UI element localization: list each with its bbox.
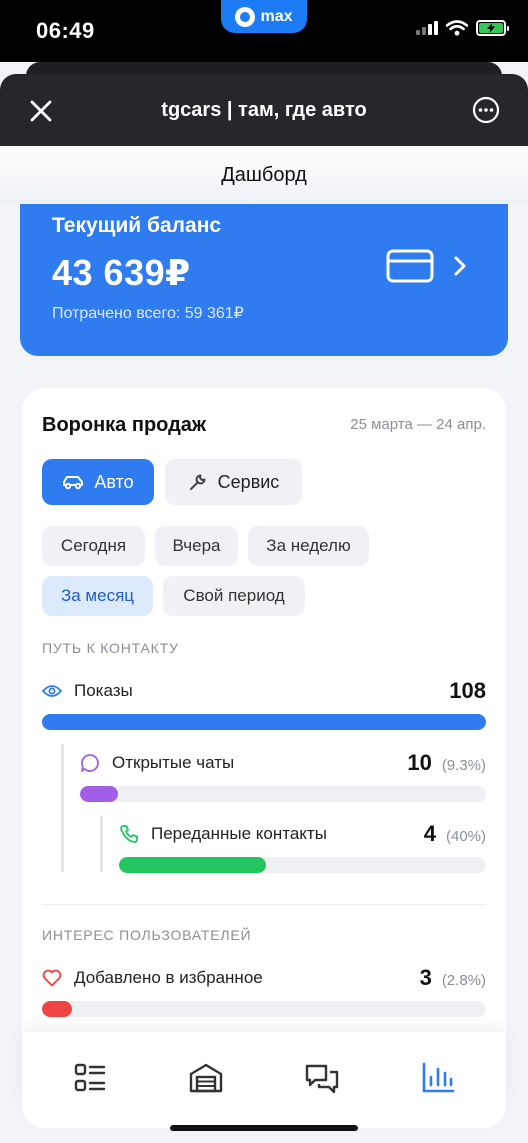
status-bar: 06:49 max [0,0,528,62]
favorites-percent: (2.8%) [441,972,486,989]
contacts-value: 4 (40%) [424,821,486,847]
funnel-sub-branch-line [100,816,103,872]
contacts-bar-fill [119,857,266,873]
favorites-bar [42,1001,486,1017]
favorites-count: 3 [419,965,432,990]
favorites-label: Добавлено в избранное [74,968,263,987]
list-icon[interactable] [72,1060,108,1096]
max-label: max [260,7,293,25]
period-month-chip[interactable]: За месяц [42,576,153,616]
status-time: 06:49 [36,18,95,43]
chats-bar [80,786,486,802]
chat-bubble-icon [81,754,99,772]
funnel-date-range[interactable]: 25 марта — 24 апр. [350,416,486,433]
sales-funnel-card: Воронка продаж 25 марта — 24 апр. Авто С… [22,388,506,1128]
battery-icon [476,20,509,36]
chats-row: Открытые чаты [80,753,234,773]
signal-icon [416,21,438,35]
page-title-bar: Дашборд [0,146,528,204]
car-icon [63,476,84,490]
stats-icon[interactable] [420,1060,456,1096]
mini-app-header: tgcars | там, где авто [0,74,528,146]
wrench-icon [189,474,206,490]
max-app-pill[interactable]: max [221,0,307,33]
views-label: Показы [74,681,133,700]
chats-value: 10 (9.3%) [407,750,486,776]
page-title: Дашборд [221,163,307,186]
system-icons [416,20,509,36]
period-week-chip[interactable]: За неделю [248,526,369,566]
service-tab-button[interactable]: Сервис [165,459,302,505]
chats-label: Открытые чаты [112,753,235,772]
chats-count: 10 [407,750,432,775]
views-bar-fill [42,714,486,730]
more-icon[interactable] [472,96,500,124]
auto-tab-label: Авто [94,471,134,492]
views-row: Показы [42,681,133,701]
contacts-row: Переданные контакты [119,824,327,844]
views-value: 108 [449,678,486,704]
app-title: tgcars | там, где авто [161,99,367,121]
views-count: 108 [449,678,486,703]
chats-icon[interactable] [304,1060,340,1096]
section-divider [42,904,486,905]
interest-section-label: ИНТЕРЕС ПОЛЬЗОВАТЕЛЕЙ [42,927,252,943]
balance-spent: Потрачено всего: 59 361₽ [52,305,244,322]
max-logo-icon [235,6,256,27]
favorites-row: Добавлено в избранное [42,968,263,988]
contacts-bar [119,857,486,873]
bottom-tab-bar [22,1032,506,1128]
funnel-branch-line [61,744,64,872]
favorites-bar-fill [42,1001,72,1017]
views-bar [42,714,486,730]
phone-icon [120,825,138,843]
contacts-percent: (40%) [445,828,486,845]
auto-tab-button[interactable]: Авто [42,459,154,505]
service-tab-label: Сервис [217,471,280,492]
path-section-label: ПУТЬ К КОНТАКТУ [42,640,179,656]
heart-icon [42,969,62,987]
period-today-chip[interactable]: Сегодня [42,526,145,566]
contacts-label: Переданные контакты [151,824,327,843]
eye-icon [42,685,62,697]
balance-label: Текущий баланс [52,214,222,237]
balance-amount: 43 639₽ [52,252,191,293]
chats-bar-fill [80,786,118,802]
favorites-value: 3 (2.8%) [420,965,486,991]
chevron-right-icon[interactable] [452,255,468,277]
home-indicator [170,1125,358,1131]
garage-icon[interactable] [188,1060,224,1096]
period-custom-chip[interactable]: Свой период [163,576,305,616]
wifi-icon [446,20,468,36]
balance-card[interactable]: Текущий баланс 43 639₽ Потрачено всего: … [20,180,508,356]
period-yesterday-chip[interactable]: Вчера [155,526,238,566]
credit-card-icon [386,249,434,283]
chats-percent: (9.3%) [441,757,486,774]
funnel-title: Воронка продаж [42,414,207,436]
contacts-count: 4 [423,821,436,846]
